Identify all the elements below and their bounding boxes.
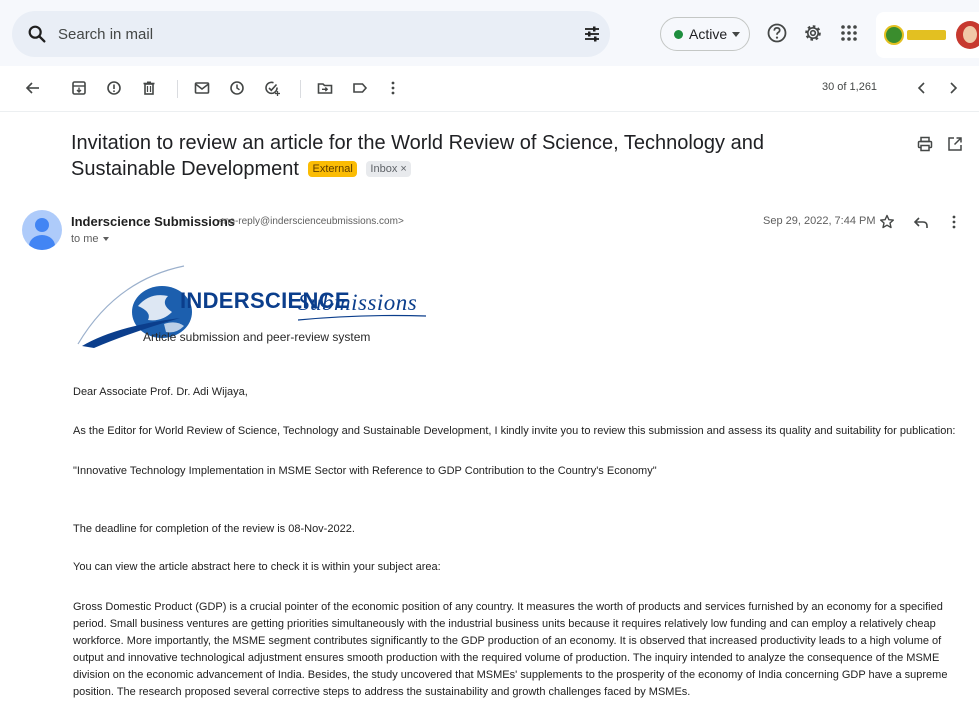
toolbar-divider bbox=[300, 80, 301, 98]
more-vert-icon[interactable] bbox=[384, 79, 402, 97]
external-label-badge: External bbox=[308, 161, 357, 177]
snooze-icon[interactable] bbox=[228, 79, 246, 97]
avatar-body bbox=[29, 235, 55, 250]
logo-tagline: Article submission and peer-review syste… bbox=[143, 330, 371, 344]
body-paragraph: As the Editor for World Review of Scienc… bbox=[73, 425, 956, 437]
mark-unread-icon[interactable] bbox=[193, 79, 211, 97]
message-counter: 30 of 1,261 bbox=[822, 81, 878, 93]
add-to-tasks-icon[interactable] bbox=[263, 79, 281, 97]
sender-email: <no-reply@inderscienceubmissions.com> bbox=[218, 216, 404, 227]
delete-icon[interactable] bbox=[140, 79, 158, 97]
message-toolbar: 30 of 1,261 bbox=[0, 66, 979, 112]
reply-icon[interactable] bbox=[912, 214, 930, 232]
chevron-down-icon bbox=[732, 32, 740, 37]
organization-logo bbox=[884, 25, 946, 45]
chevron-down-icon bbox=[102, 237, 109, 241]
account-avatar[interactable] bbox=[956, 21, 979, 49]
search-input[interactable] bbox=[58, 19, 538, 49]
help-icon[interactable] bbox=[766, 22, 788, 44]
avatar-head bbox=[35, 218, 49, 232]
chevron-left-icon[interactable] bbox=[913, 79, 931, 97]
logo-brand-suffix: Submissions bbox=[298, 290, 418, 315]
review-deadline: The deadline for completion of the revie… bbox=[73, 523, 355, 535]
subject-text: Invitation to review an article for the … bbox=[71, 132, 764, 180]
profile-photo bbox=[963, 26, 977, 43]
article-title: "Innovative Technology Implementation in… bbox=[73, 465, 657, 477]
account-area[interactable] bbox=[876, 12, 979, 58]
search-bar[interactable] bbox=[12, 11, 610, 57]
status-selector[interactable]: Active bbox=[660, 17, 750, 51]
open-in-new-window-icon[interactable] bbox=[946, 135, 964, 153]
print-icon[interactable] bbox=[916, 135, 934, 153]
label-icon[interactable] bbox=[351, 79, 369, 97]
recipient-text: to me bbox=[71, 233, 99, 245]
greeting: Dear Associate Prof. Dr. Adi Wijaya, bbox=[73, 386, 248, 398]
inbox-label-text: Inbox bbox=[370, 163, 398, 175]
recipient-details[interactable]: to me bbox=[71, 233, 109, 245]
apps-grid-icon[interactable] bbox=[838, 22, 860, 44]
inbox-label-chip[interactable]: Inbox × bbox=[366, 161, 411, 177]
status-label: Active bbox=[689, 26, 728, 42]
article-abstract: Gross Domestic Product (GDP) is a crucia… bbox=[73, 601, 948, 698]
archive-icon[interactable] bbox=[70, 79, 88, 97]
back-arrow-icon[interactable] bbox=[24, 79, 42, 97]
university-wordmark bbox=[907, 30, 946, 40]
more-vert-icon[interactable] bbox=[945, 213, 963, 231]
status-dot-icon bbox=[674, 30, 683, 39]
university-emblem-icon bbox=[884, 25, 904, 45]
logo-underline bbox=[298, 314, 426, 321]
toolbar-divider bbox=[177, 80, 178, 98]
chevron-right-icon[interactable] bbox=[944, 79, 962, 97]
filter-options-icon[interactable] bbox=[582, 24, 602, 44]
remove-label-icon[interactable]: × bbox=[400, 163, 406, 175]
report-spam-icon[interactable] bbox=[105, 79, 123, 97]
move-to-icon[interactable] bbox=[316, 79, 334, 97]
abstract-intro: You can view the article abstract here t… bbox=[73, 561, 441, 573]
inderscience-logo: INDERSCIENCE Submissions Article submiss… bbox=[76, 262, 436, 352]
top-bar: Active bbox=[0, 0, 979, 66]
sender-name[interactable]: Inderscience Submissions bbox=[71, 214, 235, 229]
star-icon[interactable] bbox=[878, 213, 896, 231]
message-date: Sep 29, 2022, 7:44 PM bbox=[763, 215, 876, 227]
sender-avatar[interactable] bbox=[22, 210, 62, 250]
settings-icon[interactable] bbox=[802, 22, 824, 44]
search-icon[interactable] bbox=[26, 23, 48, 45]
message-subject: Invitation to review an article for the … bbox=[71, 130, 871, 182]
